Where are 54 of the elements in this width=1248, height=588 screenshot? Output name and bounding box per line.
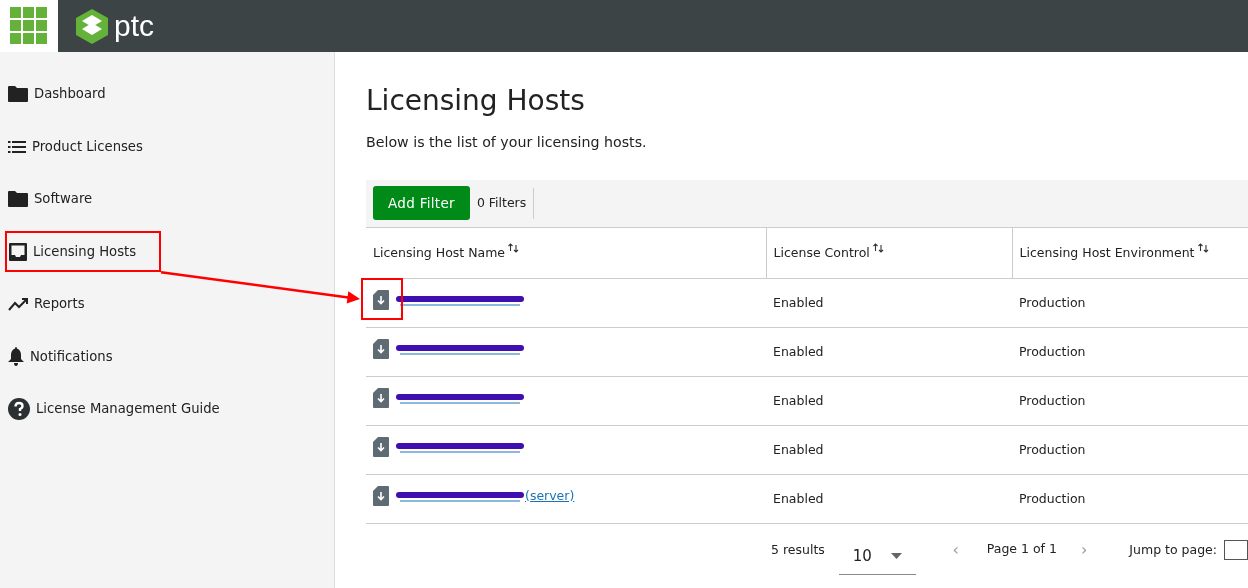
sidebar-item[interactable]: License Management Guide [0, 383, 220, 436]
folder-icon [8, 86, 28, 103]
download-file-icon[interactable] [373, 290, 389, 310]
table-cell: Production [1012, 425, 1248, 475]
sidebar-item[interactable]: Licensing Hosts [5, 231, 161, 273]
table-cell: Enabled [766, 327, 1012, 377]
table-cell: Enabled [766, 278, 1012, 328]
folder-icon [8, 191, 28, 208]
result-count: 5 results [771, 540, 825, 559]
sidebar-item[interactable]: Dashboard [0, 68, 106, 121]
host-link[interactable]: (server) [525, 486, 575, 506]
help-icon [8, 398, 30, 421]
table-cell: Production [1012, 278, 1248, 328]
sidebar-item[interactable]: Software [0, 173, 93, 226]
column-header[interactable]: Licensing Host Environment [1012, 227, 1248, 279]
sidebar-item[interactable]: Product Licenses [0, 120, 143, 173]
caret-icon [891, 552, 903, 559]
jump-label: Jump to page: [1129, 540, 1217, 559]
column-header[interactable]: License Control [766, 227, 1012, 279]
table-cell: Production [1012, 327, 1248, 377]
sort-icon[interactable] [508, 242, 520, 253]
sort-icon[interactable] [872, 242, 884, 253]
table-cell: Enabled [766, 376, 1012, 426]
inbox-icon [9, 242, 27, 261]
sidebar-item[interactable]: Notifications [0, 330, 113, 383]
logo-icon [76, 8, 108, 44]
redacted-link[interactable] [395, 440, 525, 454]
page-number-field[interactable] [1224, 539, 1248, 560]
column-header[interactable]: Licensing Host Name [366, 227, 766, 279]
redacted-link[interactable] [395, 293, 525, 307]
redacted-link[interactable] [395, 489, 525, 503]
redacted-link[interactable] [395, 391, 525, 405]
filter-count: 0 Filters [469, 187, 535, 219]
sidebar-item[interactable]: Reports [0, 278, 85, 331]
trend-chart-icon [8, 297, 28, 311]
download-file-icon[interactable] [373, 339, 389, 359]
page-indicator: Page 1 of 1 [986, 539, 1057, 558]
brand-name: ptc [114, 11, 155, 41]
page-description: Below is the list of your licensing hosts. [366, 132, 648, 152]
page-size-select[interactable]: 10 [838, 537, 917, 576]
bell-icon [8, 347, 24, 367]
sort-icon[interactable] [1197, 242, 1209, 253]
table-cell: Enabled [766, 474, 1012, 524]
table-cell: Enabled [766, 425, 1012, 475]
redacted-link[interactable] [395, 342, 525, 356]
list-icon [8, 140, 26, 153]
download-file-icon[interactable] [373, 486, 389, 506]
table-cell: Production [1012, 474, 1248, 524]
page-title: Licensing Hosts [366, 84, 586, 118]
download-file-icon[interactable] [373, 437, 389, 457]
add-filter-button[interactable]: Add Filter [373, 186, 470, 221]
download-file-icon[interactable] [373, 388, 389, 408]
app-grid-icon[interactable] [10, 7, 48, 45]
table-cell: Production [1012, 376, 1248, 426]
